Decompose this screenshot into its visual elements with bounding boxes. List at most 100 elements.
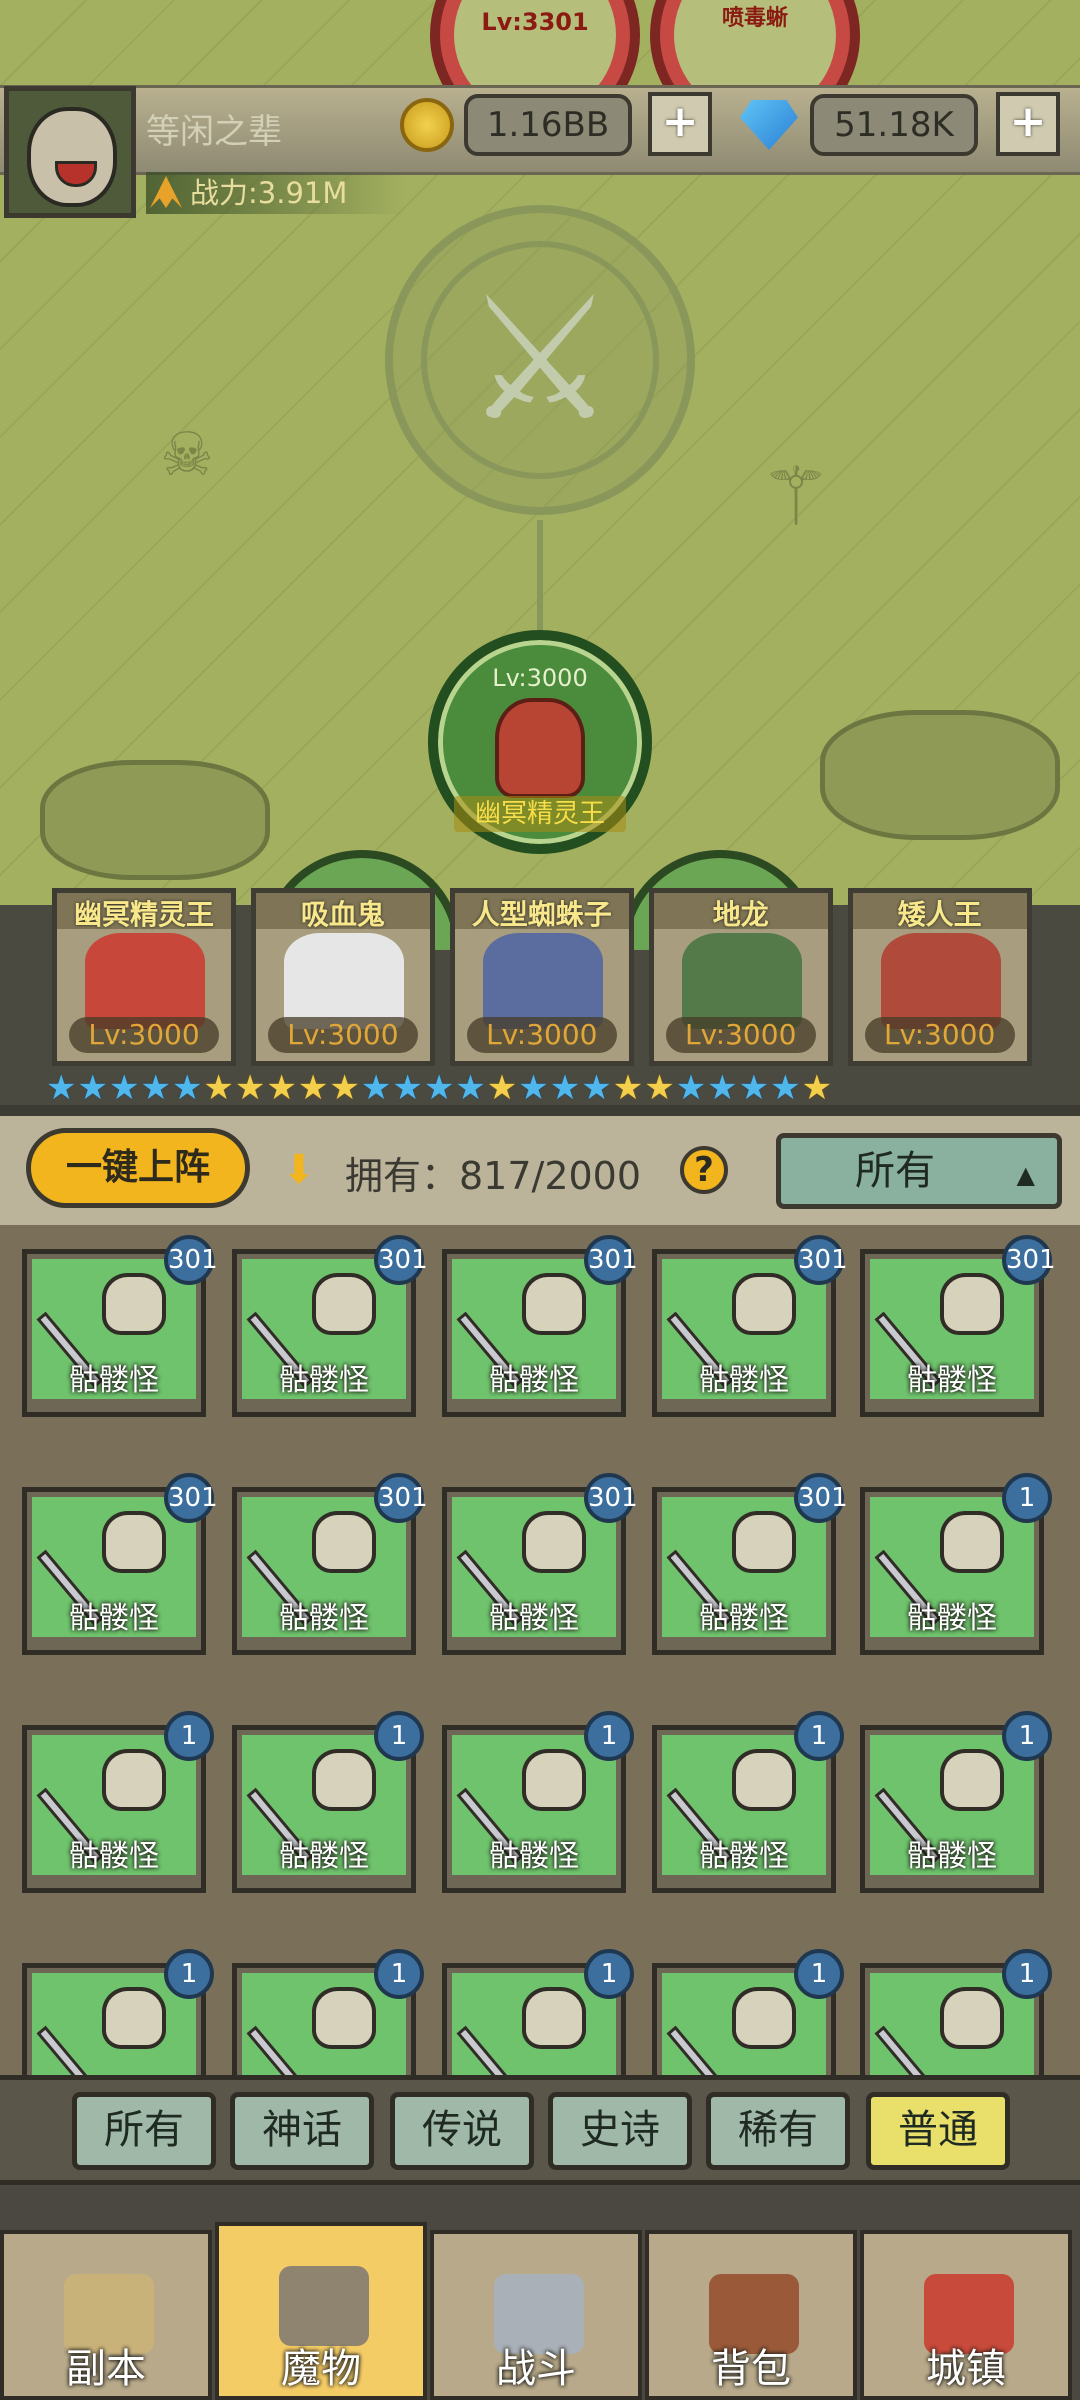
blue-star-icon: ★ [518, 1068, 550, 1108]
monster-name: 骷髅怪 [69, 1601, 159, 1636]
rarity-tab-5[interactable]: 稀有 [706, 2092, 850, 2170]
gem-amount: 51.18K [810, 94, 978, 156]
monster-card[interactable]: 骷髅怪 1 [22, 1711, 214, 1893]
monster-card[interactable]: 骷髅怪 301 [22, 1235, 218, 1417]
team-slot-4[interactable]: 地龙 Lv:3000 [648, 888, 833, 1066]
monster-name: 骷髅怪 [489, 1363, 579, 1398]
count-badge: 1 [584, 1949, 634, 1999]
sort-arrow-icon[interactable]: ⬇ [282, 1150, 322, 1190]
gold-star-icon: ★ [644, 1068, 676, 1108]
power-icon [150, 176, 182, 208]
add-gems-button[interactable]: + [996, 92, 1060, 156]
gold-star-icon: ★ [801, 1068, 834, 1108]
count-badge: 1 [1002, 1949, 1052, 1999]
boss-node[interactable]: Lv:3000 幽冥精灵王 [428, 630, 652, 854]
rock-decoration [40, 760, 270, 880]
nav-town[interactable]: 城镇 [860, 2230, 1072, 2400]
filter-value: 所有 [855, 1148, 935, 1194]
player-avatar[interactable] [4, 86, 136, 218]
monster-card[interactable]: 骷髅怪 301 [232, 1473, 428, 1655]
username: 等闲之辈 [146, 112, 282, 152]
monster-card[interactable]: 骷髅怪 1 [860, 1473, 1052, 1655]
nav-backpack[interactable]: 背包 [645, 2230, 857, 2400]
monster-card[interactable]: 骷髅怪 301 [442, 1473, 638, 1655]
blue-star-icon: ★ [707, 1068, 739, 1108]
enemy-name: 喷毒蜥 [721, 6, 788, 31]
rarity-tab-3[interactable]: 传说 [390, 2092, 534, 2170]
skeleton-icon [312, 1987, 376, 2049]
monster-name: 骷髅怪 [279, 1839, 369, 1874]
count-badge: 301 [374, 1473, 428, 1523]
blue-star-icon: ★ [581, 1068, 613, 1108]
monster-card[interactable]: 骷髅怪 301 [442, 1235, 638, 1417]
boss-portrait [495, 698, 585, 798]
monster-name: 骷髅怪 [699, 1363, 789, 1398]
gold-coin-icon [400, 98, 454, 152]
nav-map[interactable]: 副本 [0, 2230, 212, 2400]
count-badge: 1 [1002, 1711, 1052, 1761]
skeleton-icon [732, 1987, 796, 2049]
blue-star-icon: ★ [770, 1068, 802, 1108]
skeleton-icon [522, 1511, 586, 1573]
monster-name: 骷髅怪 [699, 1601, 789, 1636]
team-slot-3[interactable]: 人型蜘蛛子 Lv:3000 [449, 888, 634, 1066]
skeleton-icon [732, 1273, 796, 1335]
team-slot-5[interactable]: 矮人王 Lv:3000 [847, 888, 1032, 1066]
blue-star-icon: ★ [738, 1068, 771, 1108]
monster-name: 骷髅怪 [907, 1363, 997, 1398]
monster-card[interactable]: 1 [22, 1949, 214, 2075]
monster-grid: 骷髅怪 301 骷髅怪 301 骷髅怪 301 骷髅怪 301 骷髅怪 301 骷髅怪 301 骷髅怪 3… [0, 1225, 1080, 2075]
monster-card[interactable]: 骷髅怪 301 [652, 1235, 848, 1417]
nav-crossed-swords[interactable]: 战斗 [430, 2230, 642, 2400]
nav-label: 背包 [711, 2346, 791, 2392]
rarity-tab-4[interactable]: 史诗 [548, 2092, 692, 2170]
team-slot-1[interactable]: 幽冥精灵王 Lv:3000 [52, 888, 237, 1066]
count-badge: 301 [1002, 1235, 1056, 1285]
monster-card[interactable]: 骷髅怪 1 [232, 1711, 424, 1893]
monster-card[interactable]: 1 [860, 1949, 1052, 2075]
monster-card[interactable]: 骷髅怪 1 [442, 1711, 634, 1893]
nav-label: 战斗 [496, 2346, 576, 2392]
skeleton-icon [940, 1987, 1004, 2049]
monster-card[interactable]: 骷髅怪 301 [22, 1473, 218, 1655]
combat-power-value: 战力:3.91M [190, 176, 348, 210]
add-gold-button[interactable]: + [648, 92, 712, 156]
blue-star-icon: ★ [360, 1068, 393, 1108]
monster-name: 骷髅怪 [69, 1363, 159, 1398]
help-icon[interactable]: ? [680, 1146, 728, 1194]
team-member-level: Lv:3000 [69, 1017, 220, 1053]
team-member-name: 矮人王 [852, 893, 1027, 931]
monster-card[interactable]: 骷髅怪 301 [652, 1473, 848, 1655]
skeleton-icon [312, 1511, 376, 1573]
filter-dropdown[interactable]: 所有 ▲ [776, 1133, 1062, 1209]
blue-star-icon: ★ [108, 1068, 141, 1108]
team-member-level: Lv:3000 [864, 1017, 1015, 1053]
count-badge: 301 [374, 1235, 428, 1285]
team-member-portrait [681, 933, 802, 1029]
auto-deploy-button[interactable]: 一键上阵 [26, 1128, 250, 1208]
boss-name: 幽冥精灵王 [454, 796, 626, 832]
rarity-tab-6[interactable]: 普通 [866, 2092, 1010, 2170]
count-badge: 301 [584, 1473, 638, 1523]
blue-star-icon: ★ [46, 1068, 78, 1108]
monster-card[interactable]: 1 [442, 1949, 634, 2075]
monster-card[interactable]: 骷髅怪 301 [860, 1235, 1056, 1417]
gold-amount: 1.16BB [464, 94, 632, 156]
gold-star-icon: ★ [203, 1068, 235, 1108]
rarity-tab-1[interactable]: 所有 [72, 2092, 216, 2170]
monster-name: 骷髅怪 [279, 1601, 369, 1636]
monster-card[interactable]: 骷髅怪 1 [860, 1711, 1052, 1893]
enemy-level: Lv:3301 [481, 8, 589, 36]
battle-emblem-icon[interactable]: ⚔ [385, 205, 695, 515]
helmet-icon [279, 2266, 369, 2346]
team-slot-2[interactable]: 吸血鬼 Lv:3000 [250, 888, 435, 1066]
monster-card[interactable]: 1 [232, 1949, 424, 2075]
monster-card[interactable]: 1 [652, 1949, 844, 2075]
monster-card[interactable]: 骷髅怪 1 [652, 1711, 844, 1893]
skeleton-icon [102, 1987, 166, 2049]
monster-card[interactable]: 骷髅怪 301 [232, 1235, 428, 1417]
team-member-name: 幽冥精灵王 [57, 893, 232, 931]
nav-helmet[interactable]: 魔物 [215, 2222, 427, 2400]
rarity-tab-2[interactable]: 神话 [230, 2092, 374, 2170]
team-member-portrait [880, 933, 1001, 1029]
